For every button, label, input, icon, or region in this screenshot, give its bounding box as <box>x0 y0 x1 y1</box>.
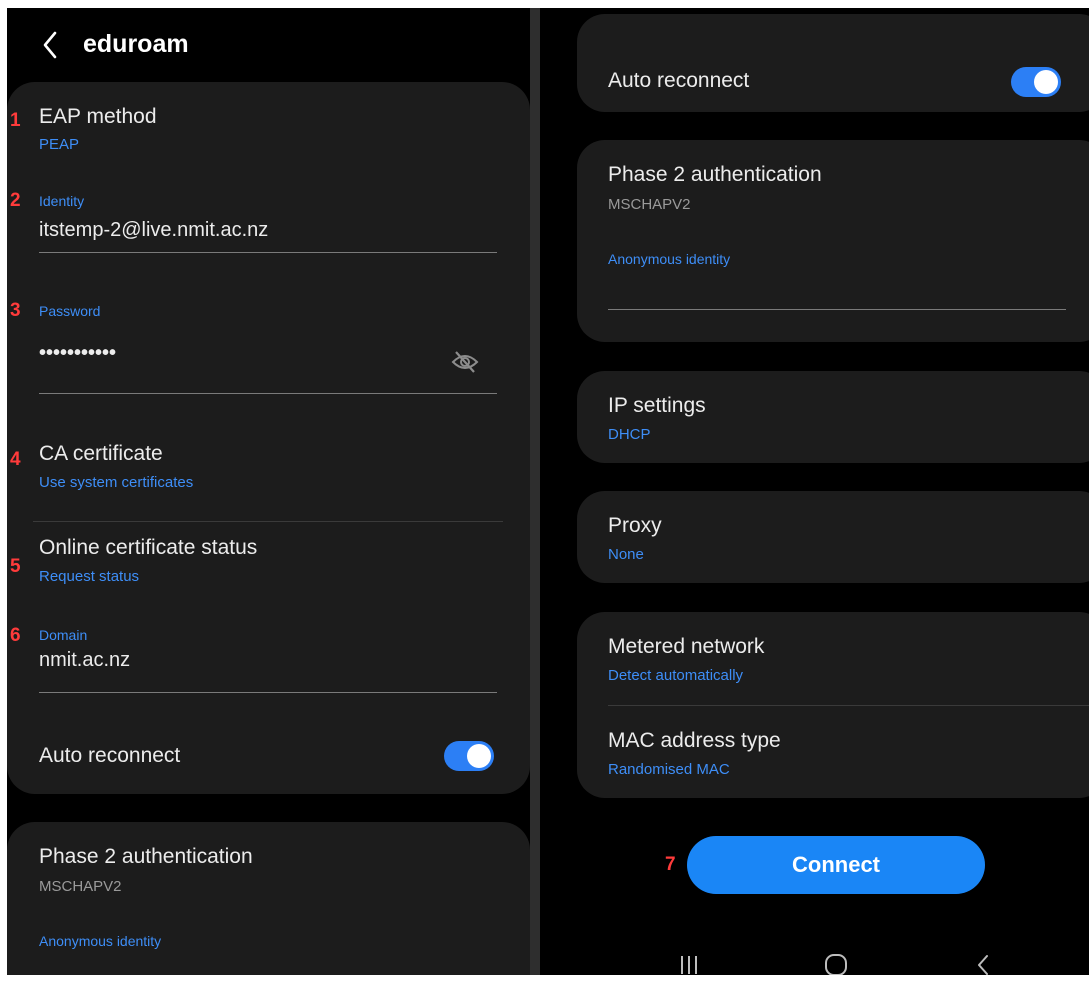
ip-settings-card[interactable]: IP settings DHCP <box>577 371 1089 463</box>
ca-certificate-value: Use system certificates <box>39 474 194 491</box>
metered-network-value: Detect automatically <box>608 667 744 684</box>
eap-method-value: PEAP <box>39 136 80 153</box>
annotation-number: 1 <box>10 110 21 131</box>
identity-label: Identity <box>39 193 85 209</box>
recent-apps-icon[interactable] <box>677 953 701 975</box>
phase2-card: Phase 2 authentication MSCHAPV2 Anonymou… <box>577 140 1089 342</box>
domain-label: Domain <box>39 627 88 643</box>
phase2-value: MSCHAPV2 <box>608 196 691 213</box>
toggle-knob <box>1034 70 1058 94</box>
phase2-title: Phase 2 authentication <box>608 163 822 186</box>
domain-field[interactable]: nmit.ac.nz <box>39 649 130 672</box>
left-screen: eduroam 1 EAP method PEAP 2 Identity its… <box>7 8 530 975</box>
divider <box>608 705 1089 706</box>
proxy-title: Proxy <box>608 514 662 537</box>
right-screen: Auto reconnect Phase 2 authentication MS… <box>540 8 1089 975</box>
annotation-number: 3 <box>10 300 21 321</box>
mac-address-type-value: Randomised MAC <box>608 761 730 778</box>
password-field[interactable]: ••••••••••• <box>39 342 116 365</box>
toggle-knob <box>467 744 491 768</box>
mac-address-type-title: MAC address type <box>608 729 781 752</box>
home-icon[interactable] <box>824 953 848 975</box>
annotation-number: 2 <box>10 190 21 211</box>
ip-settings-value: DHCP <box>608 426 651 443</box>
eye-off-icon[interactable] <box>451 350 479 374</box>
metered-network-title: Metered network <box>608 635 765 658</box>
password-label: Password <box>39 303 101 319</box>
network-title: eduroam <box>83 30 189 58</box>
identity-underline <box>39 252 497 253</box>
annotation-number: 4 <box>10 449 21 470</box>
proxy-card[interactable]: Proxy None <box>577 491 1089 583</box>
online-certificate-status-title: Online certificate status <box>39 536 258 559</box>
eap-method-title: EAP method <box>39 105 157 128</box>
online-certificate-status-value: Request status <box>39 568 140 585</box>
divider <box>33 521 503 522</box>
proxy-value: None <box>608 546 644 563</box>
anonymous-identity-label: Anonymous identity <box>39 933 162 949</box>
anonymous-identity-label: Anonymous identity <box>608 251 731 267</box>
phase2-value: MSCHAPV2 <box>39 878 122 895</box>
ip-settings-title: IP settings <box>608 394 706 417</box>
auto-reconnect-card: Auto reconnect <box>577 14 1089 112</box>
annotation-number: 5 <box>10 556 21 577</box>
password-underline <box>39 393 497 394</box>
eap-settings-card: 1 EAP method PEAP 2 Identity itstemp-2@l… <box>7 82 530 794</box>
identity-field[interactable]: itstemp-2@live.nmit.ac.nz <box>39 219 268 242</box>
back-icon[interactable] <box>971 953 995 975</box>
anonymous-identity-underline <box>608 309 1066 310</box>
annotation-number: 7 <box>665 854 676 875</box>
ca-certificate-title: CA certificate <box>39 442 163 465</box>
annotation-number: 6 <box>10 625 21 646</box>
advanced-card: Metered network Detect automatically MAC… <box>577 612 1089 798</box>
domain-underline <box>39 692 497 693</box>
phase2-title: Phase 2 authentication <box>39 845 253 868</box>
auto-reconnect-label: Auto reconnect <box>608 69 750 92</box>
auto-reconnect-toggle[interactable] <box>1011 67 1061 97</box>
phase2-card: Phase 2 authentication MSCHAPV2 Anonymou… <box>7 822 530 975</box>
auto-reconnect-toggle[interactable] <box>444 741 494 771</box>
back-arrow-icon[interactable] <box>37 27 63 63</box>
auto-reconnect-label: Auto reconnect <box>39 744 181 767</box>
panel-divider <box>530 8 540 975</box>
connect-button[interactable]: Connect <box>687 836 985 894</box>
